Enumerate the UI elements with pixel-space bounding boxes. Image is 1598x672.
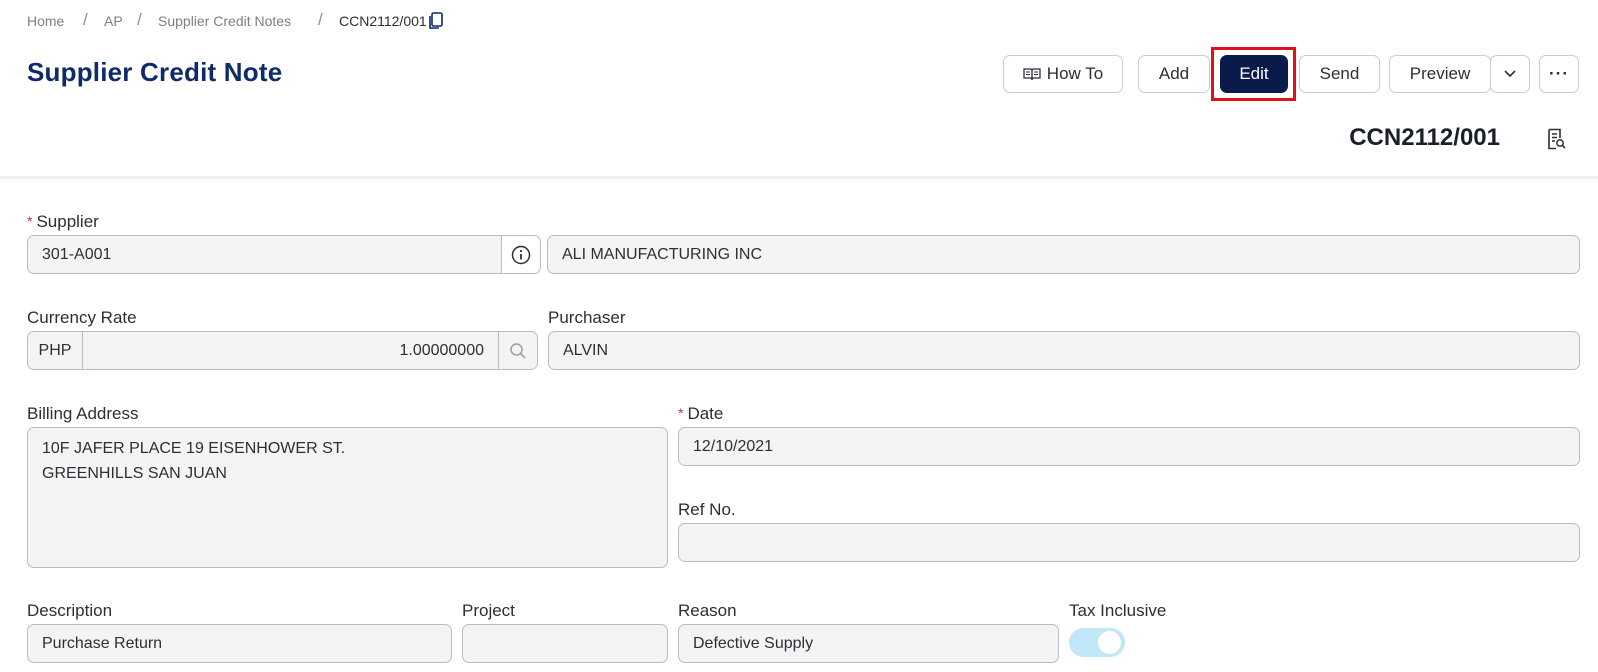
- date-label-text: Date: [687, 404, 724, 423]
- required-asterisk: *: [27, 213, 33, 229]
- how-to-button[interactable]: How To: [1003, 55, 1123, 93]
- page-title: Supplier Credit Note: [27, 57, 283, 87]
- more-options-button[interactable]: ···: [1539, 55, 1579, 93]
- chevron-down-icon: [1504, 70, 1516, 78]
- supplier-name-field[interactable]: ALI MANUFACTURING INC: [547, 235, 1580, 274]
- breadcrumb-home[interactable]: Home: [27, 13, 64, 29]
- description-value: Purchase Return: [42, 634, 163, 652]
- date-value: 12/10/2021: [693, 437, 774, 455]
- more-icon: ···: [1549, 64, 1569, 83]
- purchaser-field[interactable]: ALVIN: [548, 331, 1580, 370]
- ref-no-field[interactable]: [678, 523, 1580, 562]
- supplier-code-field[interactable]: 301-A001: [27, 235, 502, 274]
- project-field[interactable]: [462, 624, 668, 663]
- currency-rate-field[interactable]: 1.00000000: [82, 331, 499, 370]
- purchaser-label: Purchaser: [548, 308, 626, 327]
- currency-rate-label: Currency Rate: [27, 308, 137, 327]
- document-search-icon[interactable]: [1545, 128, 1567, 150]
- currency-rate-value: 1.00000000: [399, 341, 484, 359]
- breadcrumb-separator: /: [137, 10, 142, 29]
- tax-inclusive-label: Tax Inclusive: [1069, 601, 1167, 620]
- billing-address-label: Billing Address: [27, 404, 139, 423]
- info-icon: [511, 245, 531, 264]
- billing-address-field[interactable]: 10F JAFER PLACE 19 EISENHOWER ST. GREENH…: [27, 427, 668, 568]
- project-label: Project: [462, 601, 515, 620]
- preview-dropdown-button[interactable]: [1490, 55, 1530, 93]
- how-to-label: How To: [1046, 64, 1104, 83]
- edit-button-highlight: [1211, 47, 1296, 101]
- purchaser-value: ALVIN: [563, 341, 609, 359]
- document-number: CCN2112/001: [1349, 124, 1500, 151]
- supplier-label: * Supplier: [27, 212, 99, 232]
- supplier-code-value: 301-A001: [42, 245, 112, 263]
- breadcrumb-ap[interactable]: AP: [104, 13, 123, 29]
- preview-button[interactable]: Preview: [1389, 55, 1491, 93]
- reason-label: Reason: [678, 601, 737, 620]
- send-button[interactable]: Send: [1299, 55, 1380, 93]
- book-icon: [1023, 68, 1041, 81]
- description-field[interactable]: Purchase Return: [27, 624, 452, 663]
- reason-value: Defective Supply: [693, 634, 814, 652]
- supplier-label-text: Supplier: [36, 212, 99, 231]
- breadcrumb-supplier-credit-notes[interactable]: Supplier Credit Notes: [158, 13, 291, 29]
- tax-inclusive-toggle[interactable]: [1069, 628, 1125, 657]
- supplier-name-value: ALI MANUFACTURING INC: [562, 245, 763, 263]
- currency-code-value: PHP: [38, 341, 72, 359]
- reason-field[interactable]: Defective Supply: [678, 624, 1059, 663]
- search-icon: [510, 342, 526, 359]
- required-asterisk: *: [678, 405, 684, 421]
- currency-rate-search-button[interactable]: [498, 331, 538, 370]
- copy-icon[interactable]: [428, 12, 444, 30]
- breadcrumb-current: CCN2112/001: [339, 13, 427, 29]
- currency-code-field[interactable]: PHP: [27, 331, 83, 370]
- breadcrumb-separator: /: [318, 10, 323, 29]
- add-button[interactable]: Add: [1138, 55, 1210, 93]
- header-divider: [0, 176, 1598, 179]
- date-field[interactable]: 12/10/2021: [678, 427, 1580, 466]
- description-label: Description: [27, 601, 113, 620]
- toggle-knob: [1098, 631, 1121, 654]
- breadcrumb-separator: /: [83, 10, 88, 29]
- ref-no-label: Ref No.: [678, 500, 736, 519]
- date-label: * Date: [678, 404, 723, 424]
- supplier-info-button[interactable]: [501, 235, 541, 274]
